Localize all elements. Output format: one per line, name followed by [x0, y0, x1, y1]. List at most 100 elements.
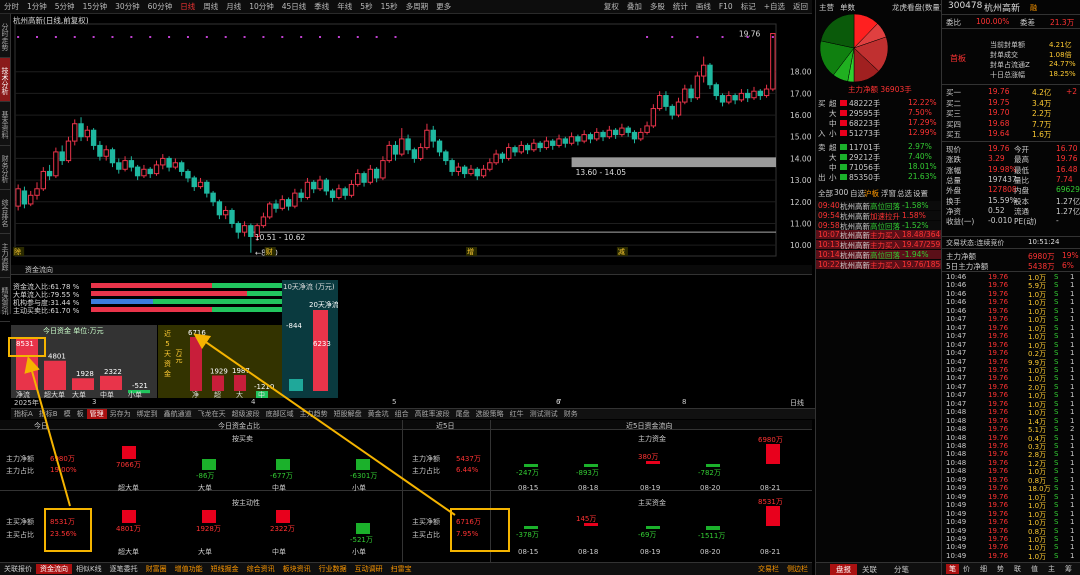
tick-side-25: S	[1054, 484, 1059, 493]
tick-side-5: S	[1054, 315, 1059, 324]
tick-count-13: 1	[1070, 382, 1075, 391]
sell-pct-3: 21.63%	[908, 172, 937, 181]
buy-qty-3: 51273手	[849, 129, 881, 138]
sell-swatch-3	[840, 174, 847, 180]
bid-vol-4: 1.6万	[1032, 130, 1052, 139]
news-value-3: 18.48/3640	[902, 230, 946, 240]
bid-label-2: 买三	[946, 109, 961, 118]
bid-vol-3: 7.7万	[1032, 119, 1052, 129]
news-tab-5[interactable]: 总选	[897, 188, 912, 199]
tick-side-23: S	[1054, 467, 1059, 476]
news-value-6: 19.76/1850	[902, 259, 946, 269]
sell-swatch-1	[840, 154, 847, 160]
bottom-tab-11[interactable]: 扫雷宝	[387, 564, 416, 574]
tick-time-28: 10:49	[946, 509, 967, 518]
tick-price-32: 19.76	[988, 543, 1009, 552]
quote-bottom-tab-2[interactable]: 细	[980, 564, 987, 574]
bottom-tab-8[interactable]: 板块资讯	[279, 564, 315, 574]
tick-time-27: 10:49	[946, 501, 967, 510]
tick-side-24: S	[1054, 475, 1059, 484]
tick-side-33: S	[1054, 551, 1059, 560]
news-tab-2[interactable]: 自选	[850, 188, 865, 199]
bottom-right-1[interactable]: 侧边栏	[783, 564, 812, 574]
tick-count-33: 1	[1070, 551, 1075, 560]
stock-name: 杭州高新	[984, 4, 1021, 14]
tick-time-21: 10:48	[946, 450, 967, 459]
news-time-0: 09:40	[818, 201, 840, 210]
tick-side-9: S	[1054, 349, 1059, 358]
tick-time-32: 10:49	[946, 543, 967, 552]
info-value-3: 18.25%	[1049, 70, 1076, 78]
board-label: 首板	[950, 54, 966, 63]
tick-count-12: 1	[1070, 374, 1075, 383]
bottom-tab-7[interactable]: 综合资讯	[243, 564, 279, 574]
news-tab-6[interactable]: 设置	[913, 188, 928, 199]
tick-price-33: 19.76	[988, 551, 1009, 560]
tick-time-5: 10:47	[946, 315, 967, 324]
bottom-tab-4[interactable]: 财富圈	[142, 564, 171, 574]
tick-count-4: 1	[1070, 306, 1075, 315]
bottom-tab-3[interactable]: 逐笔委托	[106, 564, 142, 574]
tick-price-3: 19.76	[988, 298, 1009, 307]
buy-side-3: 入	[818, 129, 826, 138]
tick-count-8: 1	[1070, 340, 1075, 349]
tick-count-5: 1	[1070, 315, 1075, 324]
tick-price-11: 19.76	[988, 365, 1009, 374]
margin-flag: 融	[1030, 4, 1037, 12]
right1-bottom-tab-1[interactable]: 关联	[862, 564, 877, 575]
tick-time-33: 10:49	[946, 551, 967, 560]
tick-time-20: 10:48	[946, 442, 967, 450]
quote-bottom-tab-0[interactable]: 笔	[946, 564, 959, 574]
news-tab-4[interactable]: 浮窗	[881, 188, 896, 199]
tick-price-7: 19.76	[988, 332, 1009, 341]
tick-side-27: S	[1054, 501, 1059, 510]
tick-side-19: S	[1054, 433, 1059, 442]
bottom-tab-10[interactable]: 互动调研	[351, 564, 387, 574]
tick-price-5: 19.76	[988, 315, 1009, 324]
bottom-tab-9[interactable]: 行业数据	[315, 564, 351, 574]
bid-label-0: 买一	[946, 88, 961, 97]
tick-price-27: 19.76	[988, 501, 1009, 510]
quote-bottom-tab-7[interactable]: 筹	[1065, 564, 1072, 574]
tick-time-29: 10:49	[946, 518, 967, 527]
bottom-tab-6[interactable]: 短线掘金	[207, 564, 243, 574]
right1-bottom-tab-2[interactable]: 分笔	[894, 564, 909, 575]
main-net-label: 主力净额 36903手	[848, 85, 912, 94]
tick-side-13: S	[1054, 382, 1059, 391]
news-value-5: -1.94%	[902, 250, 929, 259]
bottom-right-0[interactable]: 交易栏	[754, 564, 783, 574]
buy-swatch-1	[840, 110, 847, 116]
bid-price-1: 19.75	[988, 97, 1010, 107]
quote-bottom-tab-4[interactable]: 联	[1014, 564, 1021, 574]
stat-value-4: 127808	[988, 185, 1017, 195]
quote-bottom-tab-1[interactable]: 价	[963, 564, 970, 574]
stat-value2-7: -	[1056, 216, 1059, 226]
quote-bottom-tab-6[interactable]: 主	[1048, 564, 1055, 574]
tick-side-29: S	[1054, 518, 1059, 527]
tick-time-18: 10:48	[946, 425, 967, 434]
info-value-1: 1.08倍	[1049, 51, 1072, 59]
bid-price-3: 19.68	[988, 118, 1010, 128]
buy-pct-2: 17.29%	[908, 118, 937, 127]
news-tab-1[interactable]: 300	[834, 188, 848, 197]
right1-bottom-tab-0[interactable]: 盘报	[830, 564, 857, 575]
sell-swatch-0	[840, 144, 847, 150]
tick-price-10: 19.76	[988, 357, 1009, 366]
news-tab-3[interactable]: 沪板	[864, 188, 879, 199]
quote-bottom-tab-5[interactable]: 值	[1031, 564, 1038, 574]
tick-time-13: 10:47	[946, 382, 967, 391]
bottom-tab-1[interactable]: 资金流向	[36, 564, 72, 574]
bottom-tab-2[interactable]: 相似K线	[72, 564, 106, 574]
tick-side-30: S	[1054, 526, 1059, 535]
tick-side-4: S	[1054, 306, 1059, 315]
tick-side-15: S	[1054, 399, 1059, 408]
news-tab-0[interactable]: 全部	[818, 188, 833, 199]
tick-price-24: 19.76	[988, 475, 1009, 484]
bottom-tab-0[interactable]: 关联报价	[0, 564, 36, 574]
tick-price-21: 19.76	[988, 450, 1009, 459]
bottom-tab-5[interactable]: 增值功能	[171, 564, 207, 574]
stat-label-7: 收益(一)	[946, 217, 975, 227]
stat-value2-1: 19.76	[1056, 154, 1078, 164]
quote-bottom-tab-3[interactable]: 势	[997, 564, 1004, 574]
sell-pct-1: 7.40%	[908, 152, 932, 161]
